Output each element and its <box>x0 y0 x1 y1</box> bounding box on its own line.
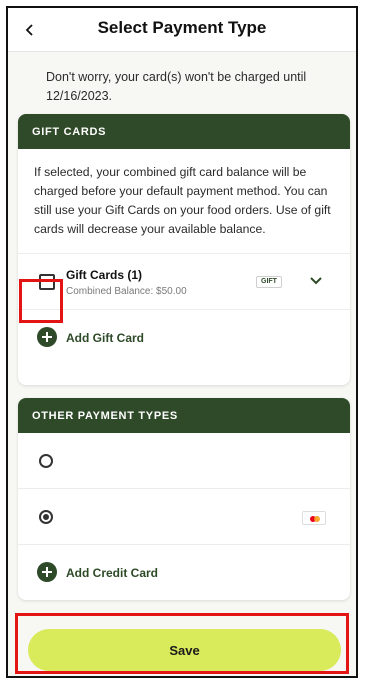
add-credit-card-label: Add Credit Card <box>66 566 159 580</box>
save-button[interactable]: Save <box>28 629 341 671</box>
gift-card-title: Gift Cards (1) <box>66 268 143 282</box>
gift-card-balance: Combined Balance: $50.00 <box>66 286 187 297</box>
payment-option-radio-selected[interactable] <box>39 510 53 524</box>
add-gift-card-button[interactable]: Add Gift Card <box>18 310 350 366</box>
mastercard-icon <box>302 511 326 525</box>
gift-badge: GIFT <box>256 276 282 288</box>
gift-cards-card: GIFT CARDS If selected, your combined gi… <box>18 114 350 385</box>
top-bar: Select Payment Type <box>8 8 356 52</box>
plus-icon <box>37 562 57 582</box>
gift-cards-description: If selected, your combined gift card bal… <box>18 149 350 254</box>
payment-option-row[interactable] <box>18 489 350 545</box>
plus-icon <box>37 327 57 347</box>
gift-card-row[interactable]: Gift Cards (1) Combined Balance: $50.00 … <box>18 254 350 310</box>
page-title: Select Payment Type <box>97 18 267 37</box>
other-payment-header: OTHER PAYMENT TYPES <box>18 398 350 433</box>
add-gift-card-label: Add Gift Card <box>66 331 144 345</box>
payment-option-row[interactable] <box>18 433 350 489</box>
add-credit-card-button[interactable]: Add Credit Card <box>18 545 350 600</box>
other-payment-card: OTHER PAYMENT TYPES Add Credit Card <box>18 398 350 600</box>
gift-card-checkbox[interactable] <box>39 274 55 290</box>
charge-notice: Don't worry, your card(s) won't be charg… <box>46 70 307 103</box>
chevron-down-icon[interactable] <box>308 273 324 289</box>
payment-option-radio[interactable] <box>39 454 53 468</box>
gift-cards-header: GIFT CARDS <box>18 114 350 149</box>
screen-frame: Select Payment Type Don't worry, your ca… <box>6 6 358 678</box>
